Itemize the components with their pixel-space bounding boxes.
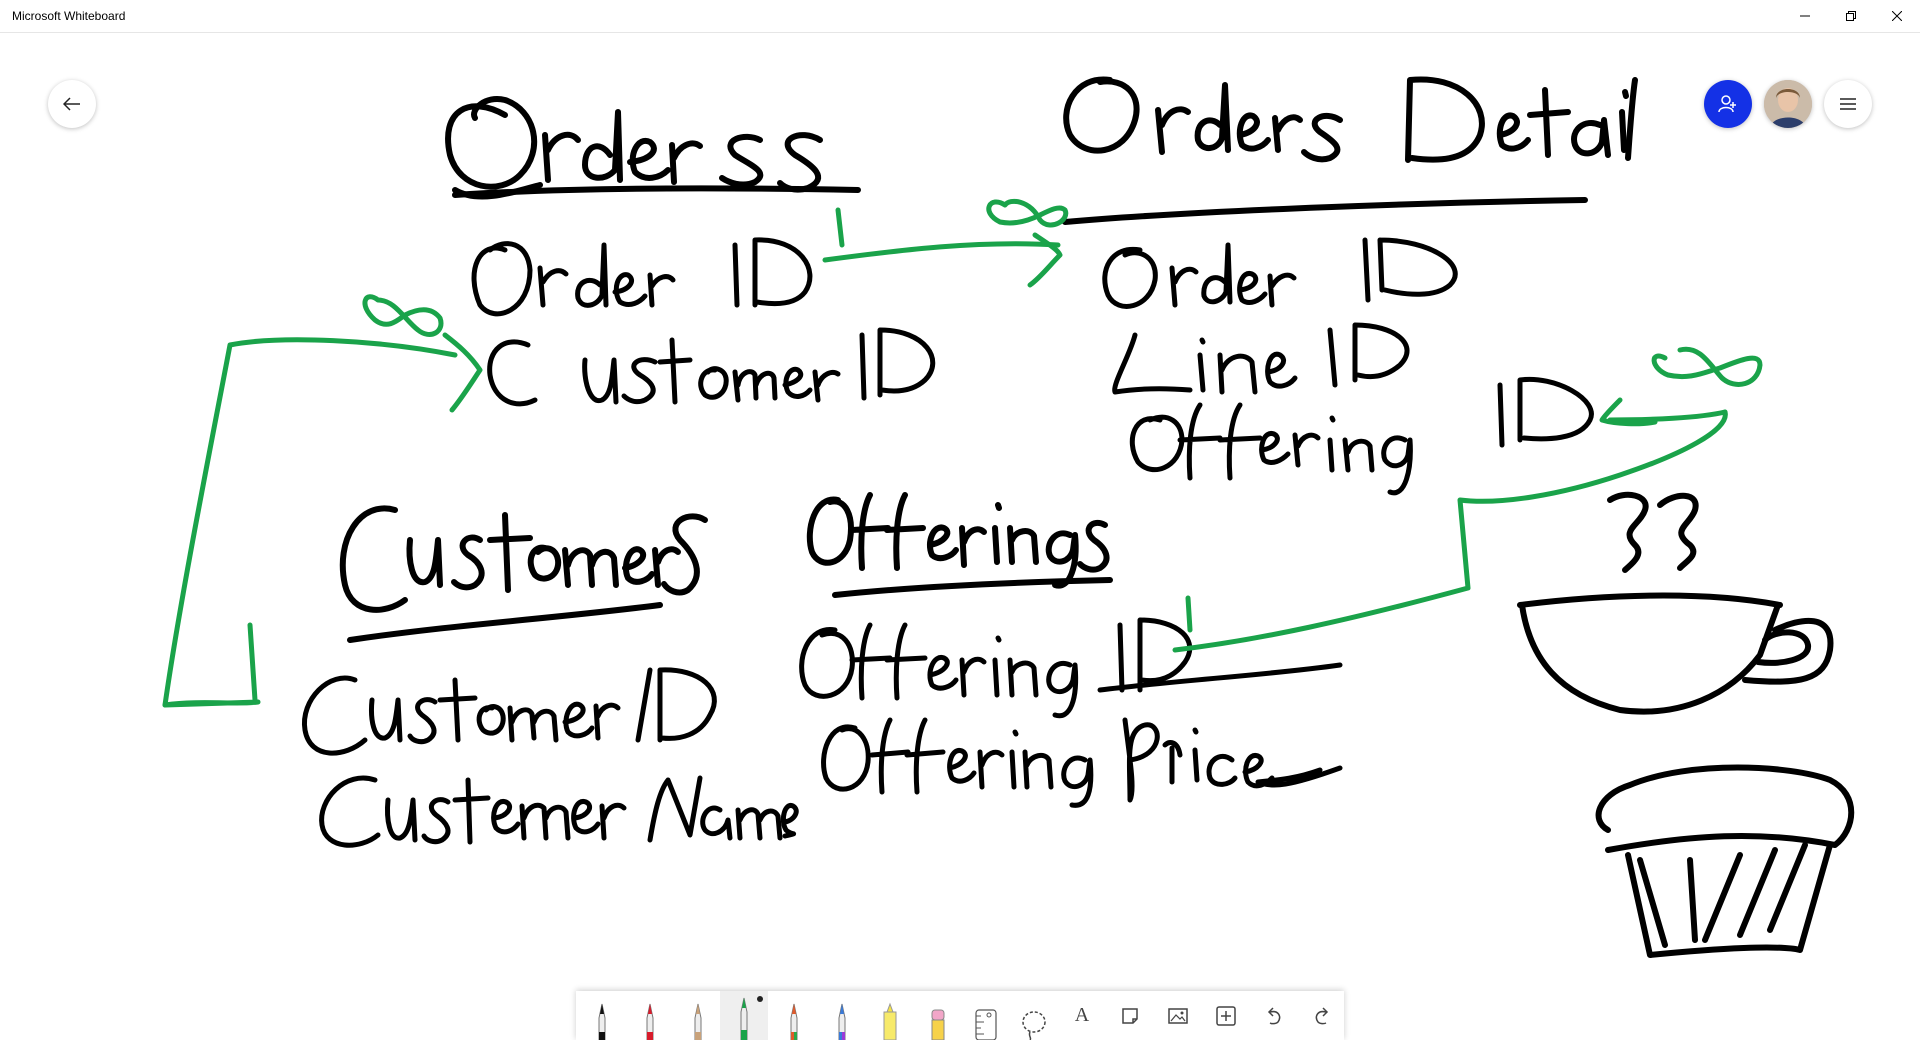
avatar[interactable] bbox=[1764, 80, 1812, 128]
whiteboard-canvas[interactable] bbox=[0, 0, 1920, 1040]
pen-icon bbox=[740, 997, 748, 1040]
redo-button[interactable] bbox=[1300, 991, 1344, 1040]
ink-ordersdetail-fields bbox=[1102, 237, 1594, 496]
ink-offerings-fields bbox=[799, 617, 1343, 808]
image-icon bbox=[1168, 1007, 1188, 1024]
eraser-icon bbox=[931, 1009, 945, 1040]
pen-icon bbox=[694, 1003, 702, 1040]
lasso-icon bbox=[1022, 1011, 1046, 1040]
arrow-left-icon bbox=[63, 97, 80, 111]
ink-customers bbox=[339, 505, 708, 643]
ink-customers-fields bbox=[302, 667, 799, 848]
note-icon bbox=[1122, 1007, 1138, 1024]
add-box-icon bbox=[1216, 1005, 1236, 1026]
red-pen-tool[interactable] bbox=[628, 991, 672, 1040]
highlighter-tool[interactable] bbox=[868, 991, 912, 1040]
pen-icon bbox=[646, 1003, 654, 1040]
user-avatar-image bbox=[1764, 80, 1812, 128]
lasso-tool[interactable] bbox=[1012, 991, 1056, 1040]
highlighter-icon bbox=[883, 1002, 897, 1040]
redo-icon bbox=[1315, 1006, 1329, 1024]
image-tool[interactable] bbox=[1156, 991, 1200, 1040]
note-tool[interactable] bbox=[1108, 991, 1152, 1040]
pen-icon bbox=[598, 1003, 606, 1040]
menu-button[interactable] bbox=[1824, 80, 1872, 128]
hamburger-icon bbox=[1840, 98, 1856, 110]
text-icon: A bbox=[1074, 1004, 1090, 1026]
bottom-toolbar: A bbox=[576, 991, 1344, 1040]
ink-offerings bbox=[806, 492, 1113, 598]
ink-coffee-cup-doodle bbox=[1517, 491, 1834, 715]
add-person-icon bbox=[1718, 95, 1736, 113]
text-tool[interactable]: A bbox=[1060, 991, 1104, 1040]
back-button[interactable] bbox=[48, 80, 96, 128]
selected-tool-dot bbox=[757, 996, 763, 1002]
tan-pen-tool[interactable] bbox=[676, 991, 720, 1040]
ink-orders-fields bbox=[471, 237, 936, 407]
invite-button[interactable] bbox=[1704, 80, 1752, 128]
insert-tool[interactable] bbox=[1204, 991, 1248, 1040]
ruler-icon bbox=[975, 1009, 997, 1040]
black-pen-tool[interactable] bbox=[580, 991, 624, 1040]
pen-icon bbox=[838, 1003, 846, 1040]
ruler-tool[interactable] bbox=[964, 991, 1008, 1040]
undo-button[interactable] bbox=[1252, 991, 1296, 1040]
ink-orders-heading bbox=[445, 96, 861, 200]
galaxy-pen-tool[interactable] bbox=[820, 991, 864, 1040]
pen-icon bbox=[790, 1003, 798, 1040]
rainbow-pen-tool[interactable] bbox=[772, 991, 816, 1040]
ink-ordersdetail-heading bbox=[1062, 76, 1638, 225]
undo-icon bbox=[1267, 1006, 1281, 1024]
ink-cupcake-doodle bbox=[1595, 764, 1855, 958]
ink-relationship-lines bbox=[162, 198, 1763, 708]
eraser-tool[interactable] bbox=[916, 991, 960, 1040]
